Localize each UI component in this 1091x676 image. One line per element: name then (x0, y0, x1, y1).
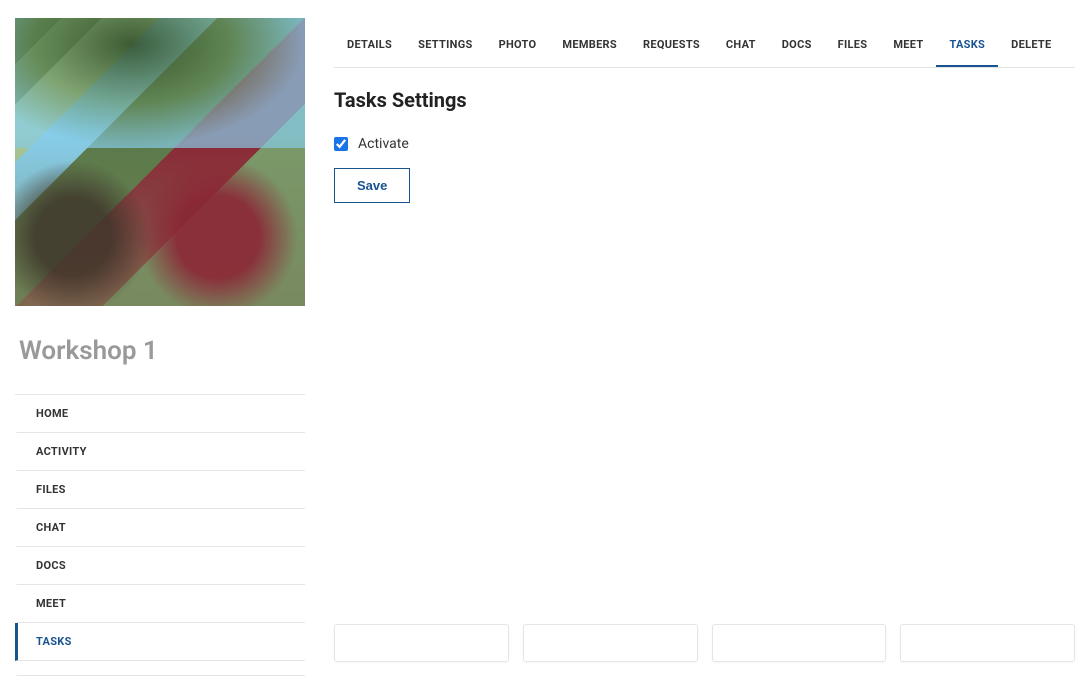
tab-tasks[interactable]: TASKS (936, 24, 998, 67)
sidebar-item-home[interactable]: HOME (15, 395, 305, 433)
tab-photo[interactable]: PHOTO (486, 24, 550, 67)
sidebar-item-tasks[interactable]: TASKS (15, 623, 305, 661)
tab-details[interactable]: DETAILS (334, 24, 405, 67)
tab-settings[interactable]: SETTINGS (405, 24, 485, 67)
tab-members[interactable]: MEMBERS (549, 24, 630, 67)
activate-checkbox[interactable] (334, 137, 348, 151)
sidebar-item-chat[interactable]: CHAT (15, 509, 305, 547)
tab-files[interactable]: FILES (825, 24, 881, 67)
card[interactable] (712, 624, 887, 662)
activate-row: Activate (334, 136, 1075, 152)
sidebar: Workshop 1 HOME ACTIVITY FILES CHAT DOCS… (0, 0, 306, 676)
main-content: DETAILS SETTINGS PHOTO MEMBERS REQUESTS … (306, 0, 1091, 676)
tab-docs[interactable]: DOCS (769, 24, 825, 67)
page-title: Tasks Settings (334, 88, 1075, 112)
card[interactable] (523, 624, 698, 662)
tab-delete[interactable]: DELETE (998, 24, 1064, 67)
sidebar-item-next[interactable] (15, 661, 305, 676)
sidebar-item-docs[interactable]: DOCS (15, 547, 305, 585)
activate-label: Activate (358, 136, 409, 152)
tabs: DETAILS SETTINGS PHOTO MEMBERS REQUESTS … (334, 24, 1075, 68)
sidebar-nav: HOME ACTIVITY FILES CHAT DOCS MEET TASKS (15, 394, 305, 676)
tab-chat[interactable]: CHAT (713, 24, 769, 67)
sidebar-item-meet[interactable]: MEET (15, 585, 305, 623)
workshop-title: Workshop 1 (19, 336, 305, 366)
tab-requests[interactable]: REQUESTS (630, 24, 713, 67)
sidebar-item-files[interactable]: FILES (15, 471, 305, 509)
cover-image (15, 18, 305, 306)
sidebar-item-activity[interactable]: ACTIVITY (15, 433, 305, 471)
card[interactable] (334, 624, 509, 662)
card[interactable] (900, 624, 1075, 662)
save-button[interactable]: Save (334, 168, 410, 203)
bottom-cards (334, 624, 1075, 662)
tab-meet[interactable]: MEET (880, 24, 936, 67)
